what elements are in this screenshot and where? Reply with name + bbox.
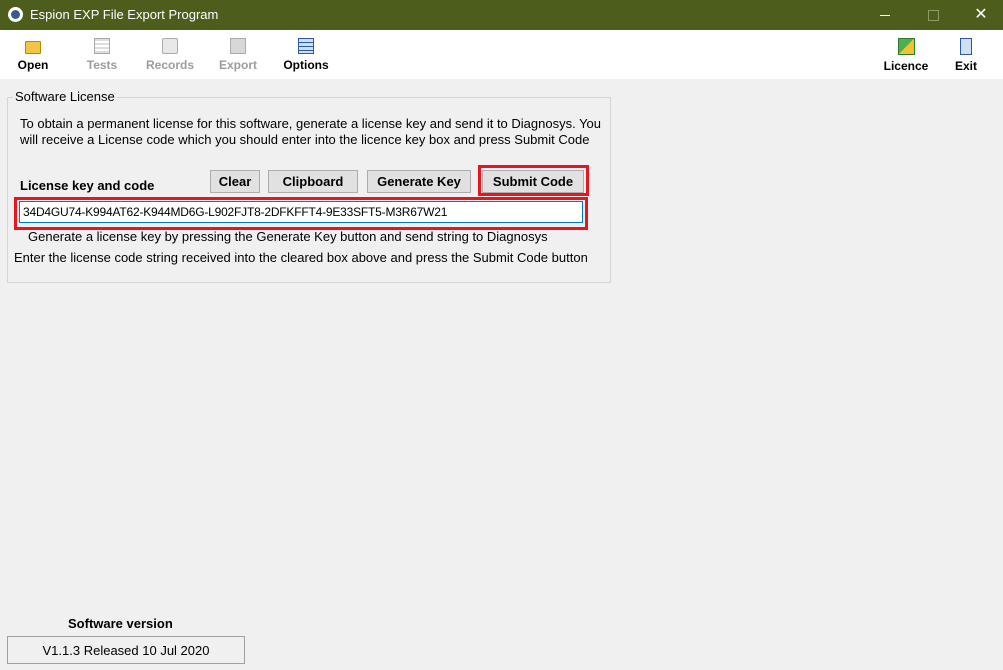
app-icon (8, 7, 23, 22)
tests-button[interactable]: Tests (82, 30, 122, 79)
maximize-button[interactable] (910, 0, 956, 30)
toolbar: Open Tests Records Export Options Licenc… (0, 30, 1003, 79)
exit-label: Exit (954, 59, 977, 73)
open-button[interactable]: Open (14, 30, 52, 79)
maximize-icon (927, 9, 939, 21)
window-title: Espion EXP File Export Program (30, 7, 219, 22)
input-highlight (14, 197, 588, 230)
minimize-icon (880, 14, 890, 16)
records-label: Records (145, 58, 195, 72)
minimize-button[interactable] (862, 0, 908, 30)
group-title: Software License (13, 89, 117, 104)
list-icon (94, 38, 110, 54)
options-button[interactable]: Options (280, 30, 332, 79)
open-label: Open (17, 58, 49, 72)
license-instructions: To obtain a permanent license for this s… (20, 116, 602, 147)
options-label: Options (283, 58, 329, 72)
clear-button[interactable]: Clear (210, 170, 260, 193)
exit-button[interactable]: Exit (952, 30, 980, 79)
licence-icon (897, 38, 915, 55)
submit-hint: Enter the license code string received i… (14, 250, 588, 265)
generate-hint: Generate a license key by pressing the G… (28, 229, 548, 244)
save-icon (230, 38, 246, 54)
generate-key-button[interactable]: Generate Key (367, 170, 471, 193)
export-button[interactable]: Export (216, 30, 260, 79)
folder-open-icon (25, 41, 41, 54)
key-label: License key and code (20, 178, 155, 193)
licence-button[interactable]: Licence (880, 30, 932, 79)
export-label: Export (218, 58, 257, 72)
options-icon (298, 38, 314, 54)
version-value: V1.1.3 Released 10 Jul 2020 (7, 636, 245, 664)
version-label: Software version (68, 616, 173, 631)
clipboard-button[interactable]: Clipboard (268, 170, 358, 193)
records-icon (162, 38, 178, 54)
title-bar: Espion EXP File Export Program ✕ (0, 0, 1003, 30)
close-button[interactable]: ✕ (958, 0, 1003, 30)
tests-label: Tests (86, 58, 118, 72)
exit-door-icon (960, 38, 972, 55)
submit-highlight (478, 165, 589, 196)
licence-label: Licence (883, 59, 929, 73)
close-icon: ✕ (974, 6, 988, 23)
records-button[interactable]: Records (143, 30, 197, 79)
